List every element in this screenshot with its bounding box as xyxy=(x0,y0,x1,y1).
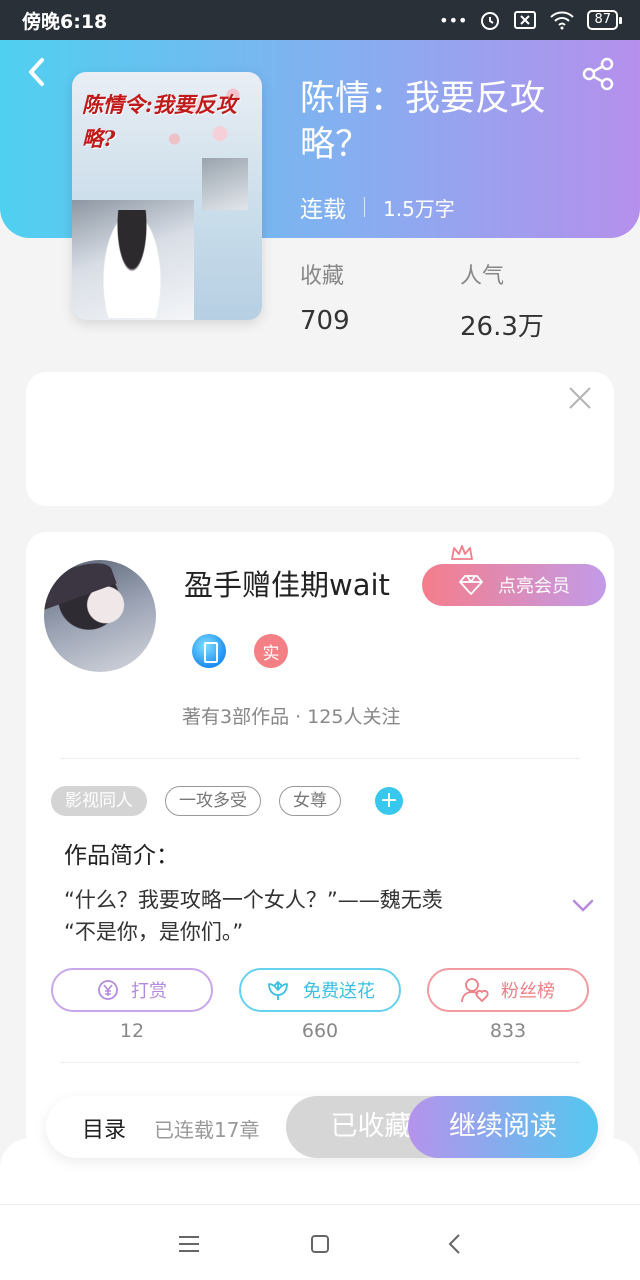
book-stats: 收藏 709 人气 26.3万 xyxy=(300,258,620,343)
intro-text: “什么？我要攻略一个女人？”——魏无羡 “不是你，是你们。” xyxy=(64,884,544,948)
crown-icon xyxy=(451,545,473,560)
stat-collect-value: 709 xyxy=(300,306,350,336)
stat-popularity-label: 人气 xyxy=(460,264,505,289)
diamond-icon xyxy=(459,575,483,595)
flower-action: 免费送花 660 xyxy=(239,968,401,1042)
divider xyxy=(60,758,580,759)
fans-action: 粉丝榜 833 xyxy=(427,968,589,1042)
more-dots-icon: ••• xyxy=(439,10,468,30)
home-icon[interactable] xyxy=(305,1229,335,1259)
catalog-button[interactable]: 目录 xyxy=(82,1112,126,1144)
intro-line-2: “不是你，是你们。” xyxy=(64,920,244,944)
flower-button[interactable]: 免费送花 xyxy=(239,968,401,1012)
stat-popularity-value: 26.3万 xyxy=(460,312,544,342)
tag-item[interactable]: 一攻多受 xyxy=(165,786,261,816)
action-row: 打赏 12 免费送花 660 粉丝榜 833 xyxy=(51,968,589,1042)
book-cover[interactable]: 陈情令:我要反攻略? xyxy=(72,72,262,320)
close-icon[interactable] xyxy=(566,384,594,412)
fans-count: 833 xyxy=(489,1020,527,1042)
reading-action-bar: 目录 已连载17章 已收藏 继续阅读 xyxy=(46,1096,598,1158)
tag-item[interactable]: 女尊 xyxy=(279,786,341,816)
status-bar: 傍晚6:18 ••• 87 xyxy=(0,0,640,40)
vip-button[interactable]: 点亮会员 xyxy=(422,564,606,606)
status-icons: ••• 87 xyxy=(439,9,622,31)
real-name-badge: 实 xyxy=(254,634,288,668)
flower-label: 免费送花 xyxy=(303,981,375,1002)
vip-button-label: 点亮会员 xyxy=(498,576,570,597)
chevron-down-icon[interactable] xyxy=(571,896,595,914)
intro-line-1: “什么？我要攻略一个女人？”——魏无羡 xyxy=(64,888,443,912)
book-status: 连载 xyxy=(300,197,346,223)
intro-title: 作品简介： xyxy=(64,843,179,869)
author-name[interactable]: 盈手赠佳期wait xyxy=(184,562,390,604)
tag-item[interactable]: 影视同人 xyxy=(51,786,147,816)
meta-divider xyxy=(364,197,365,217)
tip-count: 12 xyxy=(119,1020,145,1042)
back-nav-icon[interactable] xyxy=(440,1229,470,1259)
sim-off-icon xyxy=(514,11,537,29)
author-info: 著有3部作品 · 125人关注 xyxy=(182,706,401,728)
continue-reading-button[interactable]: 继续阅读 xyxy=(408,1096,598,1158)
flower-count: 660 xyxy=(301,1020,339,1042)
status-time: 傍晚6:18 xyxy=(22,10,108,33)
wifi-icon xyxy=(550,11,575,30)
cover-title-text: 陈情令:我要反攻略? xyxy=(82,92,237,151)
cover-main-figure xyxy=(72,200,194,320)
chapter-count[interactable]: 已连载17章 xyxy=(154,1114,259,1143)
tag-list: 影视同人 一攻多受 女尊 + xyxy=(51,786,403,816)
author-avatar[interactable] xyxy=(44,560,156,672)
phone-verified-icon xyxy=(192,634,226,668)
cover-small-figure xyxy=(202,158,248,210)
fans-button[interactable]: 粉丝榜 xyxy=(427,968,589,1012)
yen-icon xyxy=(98,980,118,1000)
back-icon[interactable] xyxy=(22,54,52,90)
book-title: 陈情：我要反攻略？ xyxy=(300,79,546,165)
menu-icon[interactable] xyxy=(174,1229,204,1259)
book-word-count: 1.5万字 xyxy=(383,196,455,221)
stat-collect-label: 收藏 xyxy=(300,264,345,289)
stat-collect: 收藏 709 xyxy=(300,258,460,343)
tip-label: 打赏 xyxy=(131,981,167,1002)
fans-icon xyxy=(461,978,489,1003)
tip-action: 打赏 12 xyxy=(51,968,213,1042)
tip-button[interactable]: 打赏 xyxy=(51,968,213,1012)
add-tag-button[interactable]: + xyxy=(375,787,403,815)
system-nav-bar xyxy=(0,1204,640,1280)
ad-card xyxy=(26,372,614,506)
flower-icon xyxy=(268,981,288,1000)
stat-popularity: 人气 26.3万 xyxy=(460,258,620,343)
alarm-icon xyxy=(481,12,500,30)
battery-icon: 87 xyxy=(587,10,622,30)
divider xyxy=(60,1062,580,1063)
fans-label: 粉丝榜 xyxy=(501,981,555,1002)
book-meta: 连载 1.5万字 xyxy=(300,190,455,224)
